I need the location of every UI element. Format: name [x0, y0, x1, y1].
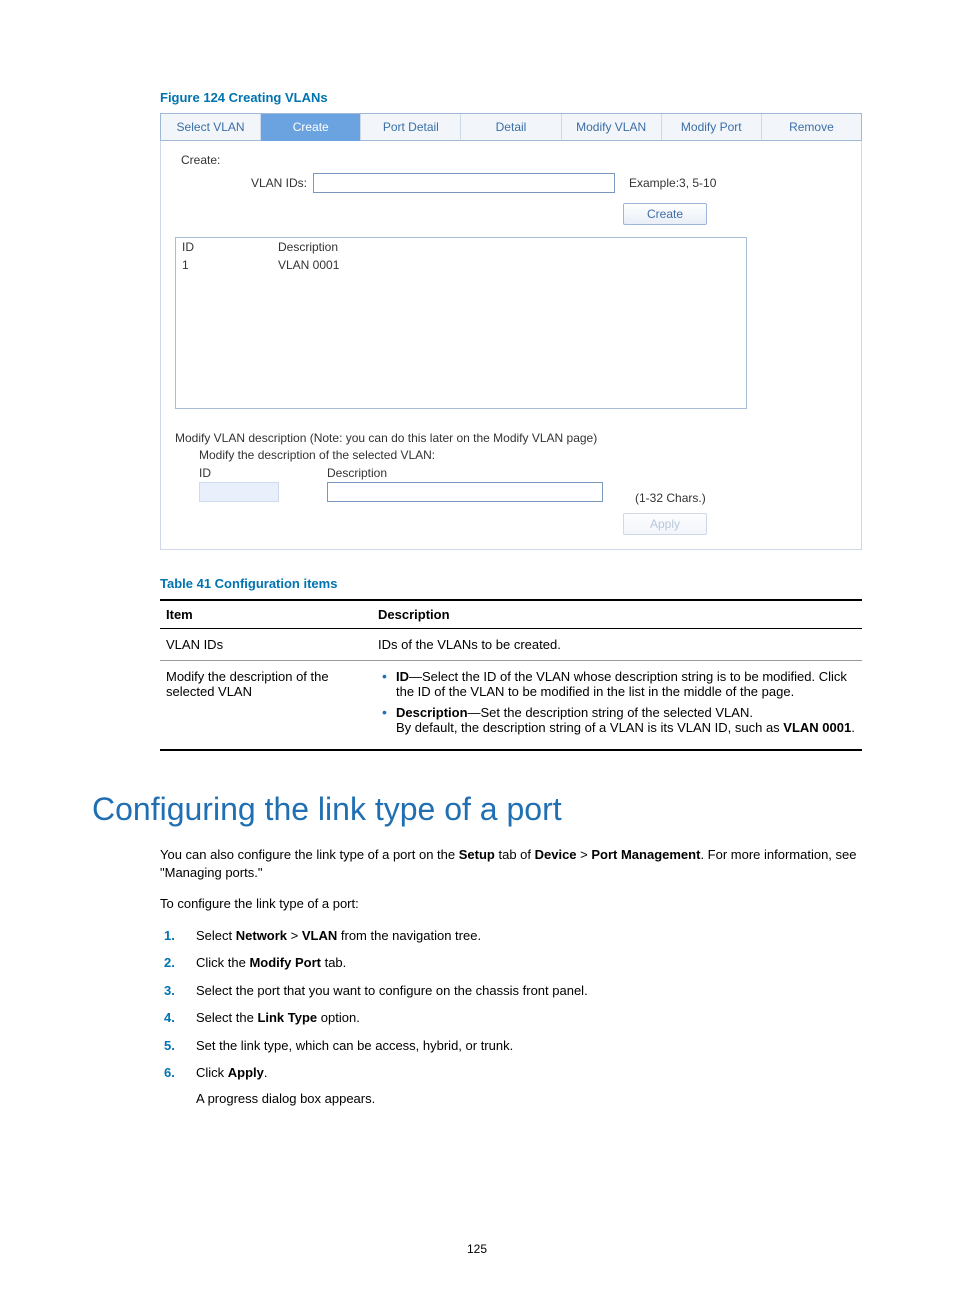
step-4: Select the Link Type option.: [182, 1009, 862, 1027]
modify-note: Modify VLAN description (Note: you can d…: [175, 431, 847, 445]
step-text: >: [287, 928, 302, 943]
intro-bold-port-management: Port Management: [591, 847, 700, 862]
figure-caption: Figure 124 Creating VLANs: [160, 90, 862, 105]
step-text: from the navigation tree.: [337, 928, 481, 943]
vlan-ids-input[interactable]: [313, 173, 615, 193]
modify-sub: Modify the description of the selected V…: [199, 448, 847, 462]
step-bold-vlan: VLAN: [302, 928, 337, 943]
vlan-tabs: Select VLAN Create Port Detail Detail Mo…: [160, 113, 862, 141]
step-text: Select the: [196, 1010, 257, 1025]
step-text: .: [264, 1065, 268, 1080]
step-text: Select: [196, 928, 236, 943]
list-row-id: 1: [182, 258, 278, 272]
tab-create[interactable]: Create: [261, 114, 361, 141]
cell-desc: IDs of the VLANs to be created.: [372, 629, 862, 661]
example-hint: Example:3, 5-10: [629, 176, 716, 190]
step-1: Select Network > VLAN from the navigatio…: [182, 927, 862, 945]
intro-paragraph-2: To configure the link type of a port:: [160, 895, 862, 913]
apply-button[interactable]: Apply: [623, 513, 707, 535]
list-header-desc: Description: [278, 240, 740, 254]
table-config-items: Item Description VLAN IDs IDs of the VLA…: [160, 599, 862, 751]
chars-hint: (1-32 Chars.): [635, 491, 706, 505]
modify-header-desc: Description: [327, 466, 627, 480]
list-row-desc: VLAN 0001: [278, 258, 740, 272]
intro-text: tab of: [495, 847, 535, 862]
step-text: tab.: [321, 955, 346, 970]
section-heading: Configuring the link type of a port: [92, 791, 862, 828]
list-row[interactable]: 1 VLAN 0001: [176, 256, 746, 274]
tab-modify-vlan[interactable]: Modify VLAN: [562, 114, 662, 141]
bullet-desc-label: Description: [396, 705, 468, 720]
bullet-desc-bold: VLAN 0001: [783, 720, 851, 735]
step-bold-apply: Apply: [228, 1065, 264, 1080]
intro-bold-setup: Setup: [459, 847, 495, 862]
modify-id-box: [199, 482, 279, 502]
figure-creating-vlans: Select VLAN Create Port Detail Detail Mo…: [160, 113, 862, 550]
modify-header-id: ID: [199, 466, 327, 480]
create-label: Create:: [181, 153, 847, 167]
tab-detail[interactable]: Detail: [461, 114, 561, 141]
step-bold-link-type: Link Type: [257, 1010, 317, 1025]
modify-desc-input[interactable]: [327, 482, 603, 502]
step-text: Click: [196, 1065, 228, 1080]
step-6: Click Apply. A progress dialog box appea…: [182, 1064, 862, 1107]
cell-item: Modify the description of the selected V…: [160, 661, 372, 751]
step-text: Click the: [196, 955, 249, 970]
tab-remove[interactable]: Remove: [762, 114, 861, 141]
tab-port-detail[interactable]: Port Detail: [361, 114, 461, 141]
table-caption: Table 41 Configuration items: [160, 576, 862, 591]
table-row: Modify the description of the selected V…: [160, 661, 862, 751]
page-number: 125: [0, 1242, 954, 1256]
bullet-id-text: —Select the ID of the VLAN whose descrip…: [396, 669, 847, 699]
create-panel: Create: VLAN IDs: Example:3, 5-10 Create…: [160, 141, 862, 550]
step-3: Select the port that you want to configu…: [182, 982, 862, 1000]
steps-list: Select Network > VLAN from the navigatio…: [160, 927, 862, 1108]
step-text: option.: [317, 1010, 360, 1025]
cell-desc: ID—Select the ID of the VLAN whose descr…: [372, 661, 862, 751]
list-header-id: ID: [182, 240, 278, 254]
bullet-id-label: ID: [396, 669, 409, 684]
step-bold-modify-port: Modify Port: [249, 955, 321, 970]
create-button[interactable]: Create: [623, 203, 707, 225]
intro-text: >: [577, 847, 592, 862]
vlan-ids-label: VLAN IDs:: [175, 176, 313, 190]
vlan-listbox[interactable]: ID Description 1 VLAN 0001: [175, 237, 747, 409]
table-row: VLAN IDs IDs of the VLANs to be created.: [160, 629, 862, 661]
bullet-desc-text-b: .: [851, 720, 855, 735]
step-2: Click the Modify Port tab.: [182, 954, 862, 972]
th-item: Item: [160, 600, 372, 629]
tab-select-vlan[interactable]: Select VLAN: [161, 114, 261, 141]
intro-paragraph-1: You can also configure the link type of …: [160, 846, 862, 881]
step-5: Set the link type, which can be access, …: [182, 1037, 862, 1055]
tab-modify-port[interactable]: Modify Port: [662, 114, 762, 141]
intro-bold-device: Device: [535, 847, 577, 862]
step-bold-network: Network: [236, 928, 287, 943]
step-6-sub: A progress dialog box appears.: [196, 1090, 862, 1108]
cell-item: VLAN IDs: [160, 629, 372, 661]
intro-text: You can also configure the link type of …: [160, 847, 459, 862]
th-desc: Description: [372, 600, 862, 629]
